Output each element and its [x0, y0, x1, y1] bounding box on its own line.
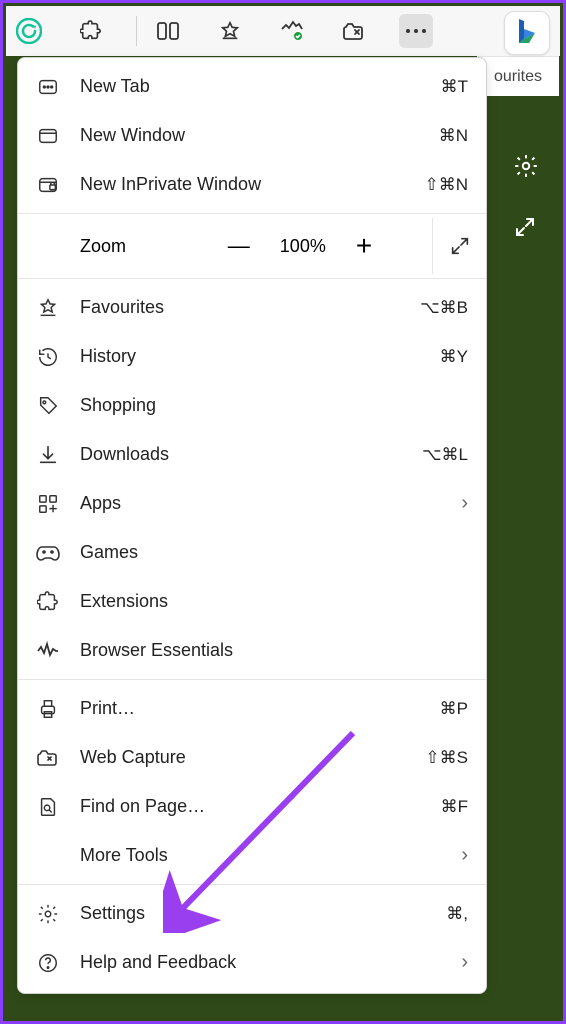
history-icon	[36, 345, 60, 369]
printer-icon	[36, 697, 60, 721]
menu-settings[interactable]: Settings ⌘,	[18, 889, 486, 938]
menu-shortcut: ⌥⌘B	[420, 298, 468, 318]
menu-shortcut: ⌘P	[440, 699, 468, 719]
gear-icon	[36, 902, 60, 926]
toolbar-separator	[136, 16, 137, 46]
menu-shortcut: ⌘N	[439, 126, 468, 146]
menu-label: Browser Essentials	[80, 640, 468, 661]
browser-toolbar	[6, 6, 560, 56]
star-lines-icon	[36, 296, 60, 320]
menu-zoom: Zoom — 100% +	[18, 218, 486, 274]
chevron-right-icon: ›	[450, 492, 468, 515]
menu-help[interactable]: Help and Feedback ›	[18, 938, 486, 987]
menu-label: Favourites	[80, 297, 414, 318]
menu-games[interactable]: Games	[18, 528, 486, 577]
menu-label: Shopping	[80, 395, 468, 416]
games-icon	[36, 541, 60, 565]
favourites-star-icon[interactable]	[213, 14, 247, 48]
menu-apps[interactable]: Apps ›	[18, 479, 486, 528]
spacer-icon	[36, 844, 60, 868]
fullscreen-button[interactable]	[432, 218, 486, 274]
menu-label: Print…	[80, 698, 434, 719]
menu-label: Settings	[80, 903, 440, 924]
menu-label: New InPrivate Window	[80, 174, 418, 195]
menu-label: Web Capture	[80, 747, 419, 768]
favourites-tab-partial[interactable]: ourites	[477, 56, 559, 96]
menu-browser-essentials[interactable]: Browser Essentials	[18, 626, 486, 675]
web-capture-toolbar-icon[interactable]	[337, 14, 371, 48]
new-tab-icon	[36, 75, 60, 99]
right-sidebar-strip	[497, 113, 557, 1015]
menu-label: New Window	[80, 125, 433, 146]
apps-icon	[36, 492, 60, 516]
grammarly-icon[interactable]	[12, 14, 46, 48]
more-menu-button[interactable]	[399, 14, 433, 48]
menu-downloads[interactable]: Downloads ⌥⌘L	[18, 430, 486, 479]
zoom-out-button[interactable]: —	[228, 233, 250, 259]
menu-label: Apps	[80, 493, 446, 514]
browser-overflow-menu: New Tab ⌘T New Window ⌘N New InPrivate W…	[17, 57, 487, 994]
heartbeat-icon	[36, 639, 60, 663]
find-on-page-icon	[36, 795, 60, 819]
menu-history[interactable]: History ⌘Y	[18, 332, 486, 381]
menu-more-tools[interactable]: More Tools ›	[18, 831, 486, 880]
menu-label: History	[80, 346, 434, 367]
puzzle-icon	[36, 590, 60, 614]
menu-shopping[interactable]: Shopping	[18, 381, 486, 430]
menu-print[interactable]: Print… ⌘P	[18, 684, 486, 733]
menu-label: Games	[80, 542, 468, 563]
menu-divider	[18, 278, 486, 279]
bing-button[interactable]	[504, 11, 550, 55]
menu-favourites[interactable]: Favourites ⌥⌘B	[18, 283, 486, 332]
menu-shortcut: ⌥⌘L	[422, 445, 468, 465]
chevron-right-icon: ›	[450, 844, 468, 867]
menu-label: Extensions	[80, 591, 468, 612]
menu-shortcut: ⌘,	[446, 904, 468, 924]
extension-icon[interactable]	[74, 14, 108, 48]
menu-new-inprivate[interactable]: New InPrivate Window ⇧⌘N	[18, 160, 486, 209]
menu-web-capture[interactable]: Web Capture ⇧⌘S	[18, 733, 486, 782]
split-screen-icon[interactable]	[151, 14, 185, 48]
menu-shortcut: ⌘Y	[440, 347, 468, 367]
zoom-percent: 100%	[280, 236, 326, 257]
menu-shortcut: ⌘F	[441, 797, 468, 817]
menu-divider	[18, 679, 486, 680]
menu-shortcut: ⇧⌘N	[424, 175, 468, 195]
chevron-right-icon: ›	[450, 951, 468, 974]
menu-shortcut: ⇧⌘S	[425, 748, 468, 768]
window-icon	[36, 124, 60, 148]
expand-sidebar-icon[interactable]	[513, 215, 543, 245]
menu-label: Downloads	[80, 444, 416, 465]
menu-new-tab[interactable]: New Tab ⌘T	[18, 62, 486, 111]
zoom-label: Zoom	[18, 236, 168, 257]
menu-find[interactable]: Find on Page… ⌘F	[18, 782, 486, 831]
menu-extensions[interactable]: Extensions	[18, 577, 486, 626]
menu-new-window[interactable]: New Window ⌘N	[18, 111, 486, 160]
zoom-in-button[interactable]: +	[356, 230, 372, 262]
menu-divider	[18, 213, 486, 214]
settings-sidebar-icon[interactable]	[513, 153, 543, 183]
download-icon	[36, 443, 60, 467]
inprivate-icon	[36, 173, 60, 197]
help-icon	[36, 951, 60, 975]
menu-divider	[18, 884, 486, 885]
menu-label: Help and Feedback	[80, 952, 446, 973]
browser-essentials-icon[interactable]	[275, 14, 309, 48]
menu-shortcut: ⌘T	[441, 77, 468, 97]
menu-label: More Tools	[80, 845, 446, 866]
tag-icon	[36, 394, 60, 418]
camera-icon	[36, 746, 60, 770]
menu-label: New Tab	[80, 76, 435, 97]
menu-label: Find on Page…	[80, 796, 435, 817]
